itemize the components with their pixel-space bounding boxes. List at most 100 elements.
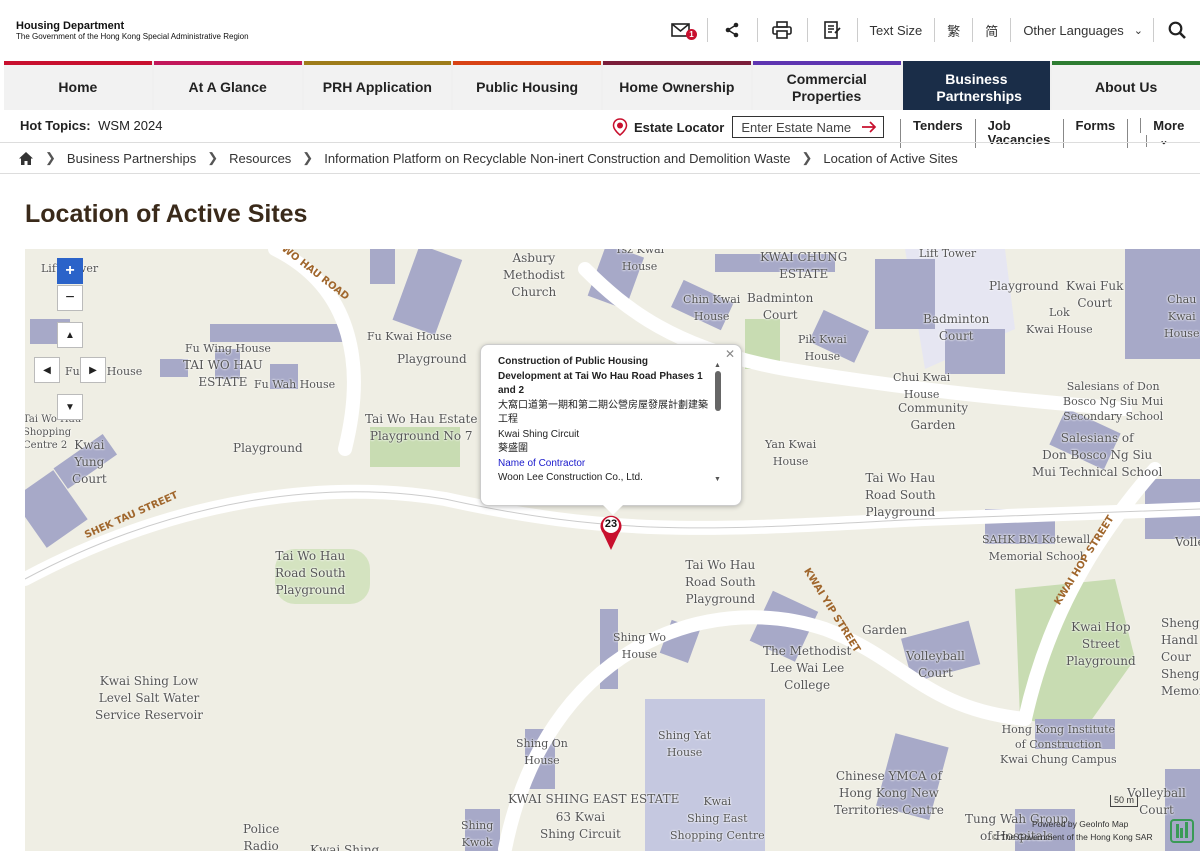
traditional-chinese-link[interactable]: 繁	[935, 18, 974, 42]
marker-number: 23	[604, 518, 618, 530]
search-button[interactable]	[1154, 18, 1200, 42]
map-label: Badminton Court	[747, 291, 814, 322]
print-icon	[772, 21, 792, 39]
map-label: Yan Kwai House	[765, 438, 817, 468]
zoom-out-button[interactable]: −	[57, 285, 83, 311]
pan-left-button[interactable]: ◀	[34, 357, 60, 383]
map-label: Tai Wo Hau Estate Playground No 7	[365, 412, 478, 443]
map-label: Volle	[1175, 535, 1200, 549]
arrow-right-icon[interactable]	[861, 121, 877, 133]
header-tools: 1 Text Size 繁 简 Other Languages ⌄	[658, 18, 1200, 42]
map-label: Asbury Methodist Church	[503, 251, 565, 299]
estate-name-placeholder: Enter Estate Name	[741, 119, 852, 135]
nav-label: Public Housing	[476, 79, 579, 95]
mail-button[interactable]: 1	[658, 18, 708, 42]
map-attribution: Powered by GeoInfo Map © The Government …	[992, 818, 1153, 844]
other-languages-dropdown[interactable]: Other Languages ⌄	[1011, 18, 1154, 42]
project-title: Construction of Public Housing Developme…	[498, 356, 703, 396]
map-label: SAHK BM Kotewall Memorial School	[982, 533, 1091, 563]
map-label: Sheng Handl Cour Sheng K Memoria	[1161, 616, 1200, 698]
map-label: Salesians of Don Bosco Ng Siu Mui Second…	[1063, 380, 1164, 423]
map-label: Community Garden	[898, 401, 969, 432]
nav-item-business-partnerships[interactable]: Business Partnerships	[902, 61, 1051, 110]
mail-icon: 1	[671, 22, 698, 40]
site-marker[interactable]: 23	[599, 513, 623, 551]
nav-label: Home	[58, 79, 98, 95]
nav-item-prh-application[interactable]: PRH Application	[303, 61, 452, 110]
text-size-button[interactable]: Text Size	[858, 18, 936, 42]
arrow-right-icon: ▶	[89, 364, 97, 376]
gov-name: The Government of the Hong Kong Special …	[16, 32, 249, 41]
nav-item-home[interactable]: Home	[4, 61, 152, 110]
estate-name-input[interactable]: Enter Estate Name	[732, 116, 885, 138]
zoom-in-button[interactable]: +	[57, 258, 83, 284]
map-label: Tai Wo Hau Road South Playground	[685, 558, 756, 606]
mail-badge: 1	[686, 29, 698, 40]
map-view[interactable]: Tai Wo Hau Road South Playground Kwai Sh…	[25, 249, 1200, 851]
chevron-down-icon: ⌄	[1133, 24, 1143, 37]
map-label: Shing Yat House	[658, 729, 712, 759]
map-label: Fu Wing House	[185, 342, 271, 355]
home-icon[interactable]	[18, 151, 34, 166]
scroll-down-icon[interactable]: ▼	[714, 473, 721, 488]
notes-icon	[824, 21, 841, 39]
scroll-thumb[interactable]	[715, 371, 721, 411]
simplified-chinese-link[interactable]: 简	[973, 18, 1012, 42]
map-label: Shing Wo House	[613, 631, 666, 661]
hot-topics-label: Hot Topics:	[20, 118, 91, 133]
map-label: Tsz Kwai House	[615, 249, 665, 273]
popup-content: Construction of Public Housing Developme…	[498, 355, 711, 495]
map-label: KWAI SHING EAST ESTATE	[508, 792, 680, 806]
main-navigation: Home At A Glance PRH Application Public …	[4, 61, 1200, 110]
nav-item-commercial-properties[interactable]: Commercial Properties	[752, 61, 901, 110]
scale-bar: 50 m	[1110, 795, 1138, 807]
nav-item-about-us[interactable]: About Us	[1052, 61, 1200, 110]
breadcrumb-item[interactable]: Resources	[229, 151, 291, 166]
breadcrumb-item[interactable]: Information Platform on Recyclable Non-i…	[324, 151, 790, 166]
location-pin-icon	[612, 118, 628, 136]
other-languages-label: Other Languages	[1023, 22, 1124, 38]
map-label: Chau Kwai House	[1164, 293, 1200, 340]
site-header: Housing Department The Government of the…	[0, 0, 1200, 62]
map-label: Badminton Court	[923, 312, 990, 343]
project-title-zh: 大窩口道第一期和第二期公營房屋發展計劃建築工程	[498, 399, 708, 426]
estate-locator: Estate Locator Enter Estate Name	[612, 116, 885, 138]
pan-right-button[interactable]: ▶	[80, 357, 106, 383]
map-label: Chin Kwai House	[683, 293, 741, 323]
close-icon[interactable]: ✕	[725, 347, 735, 362]
contractor-label: Name of Contractor	[498, 457, 586, 469]
housing-department-logo[interactable]: Housing Department The Government of the…	[16, 20, 249, 42]
map-label: Police Radio	[243, 822, 280, 851]
nav-item-at-a-glance[interactable]: At A Glance	[153, 61, 302, 110]
hot-topic-link[interactable]: WSM 2024	[98, 118, 162, 133]
site-info-popup[interactable]: ✕ ▲ ▼ Construction of Public Housing Dev…	[480, 344, 742, 515]
geoinfo-logo	[1170, 819, 1194, 843]
pan-down-button[interactable]: ▼	[57, 394, 83, 420]
breadcrumb-current: Location of Active Sites	[823, 150, 958, 166]
breadcrumb: ❯ Business Partnerships ❯ Resources ❯ In…	[0, 142, 1200, 174]
map-label: Fu Wah House	[254, 378, 336, 391]
chevron-right-icon: ❯	[207, 150, 219, 165]
map-label: Pik Kwai House	[798, 333, 847, 363]
map-label: Lok Kwai House	[1026, 306, 1093, 336]
search-icon	[1168, 21, 1186, 39]
nav-label: About Us	[1095, 79, 1158, 95]
pan-up-button[interactable]: ▲	[57, 322, 83, 348]
nav-label: Commercial Properties	[786, 70, 867, 104]
map-label: Salesians of Don Bosco Ng Siu Mui Techni…	[1032, 431, 1163, 479]
notes-button[interactable]	[808, 18, 858, 42]
popup-scrollbar[interactable]: ▲ ▼	[714, 361, 722, 487]
nav-item-home-ownership[interactable]: Home Ownership	[603, 61, 751, 110]
map-label: Tai Wo Hau Road South Playground	[275, 549, 346, 597]
share-button[interactable]	[708, 18, 758, 42]
print-button[interactable]	[758, 18, 808, 42]
attribution-powered: Powered by GeoInfo Map	[1032, 819, 1129, 829]
hot-topics: Hot Topics: WSM 2024	[20, 118, 162, 133]
map-label: KWAI CHUNG ESTATE	[760, 250, 848, 281]
map-label: Kwai Hop Street Playground	[1066, 620, 1136, 668]
map-label: Kwai Shing Low Level Salt Water Service …	[95, 674, 204, 722]
nav-item-public-housing[interactable]: Public Housing	[453, 61, 601, 110]
hot-topics-bar: Hot Topics: WSM 2024 Estate Locator Ente…	[0, 112, 1200, 148]
breadcrumb-item[interactable]: Business Partnerships	[67, 151, 196, 166]
map-label: Playground	[397, 352, 467, 366]
